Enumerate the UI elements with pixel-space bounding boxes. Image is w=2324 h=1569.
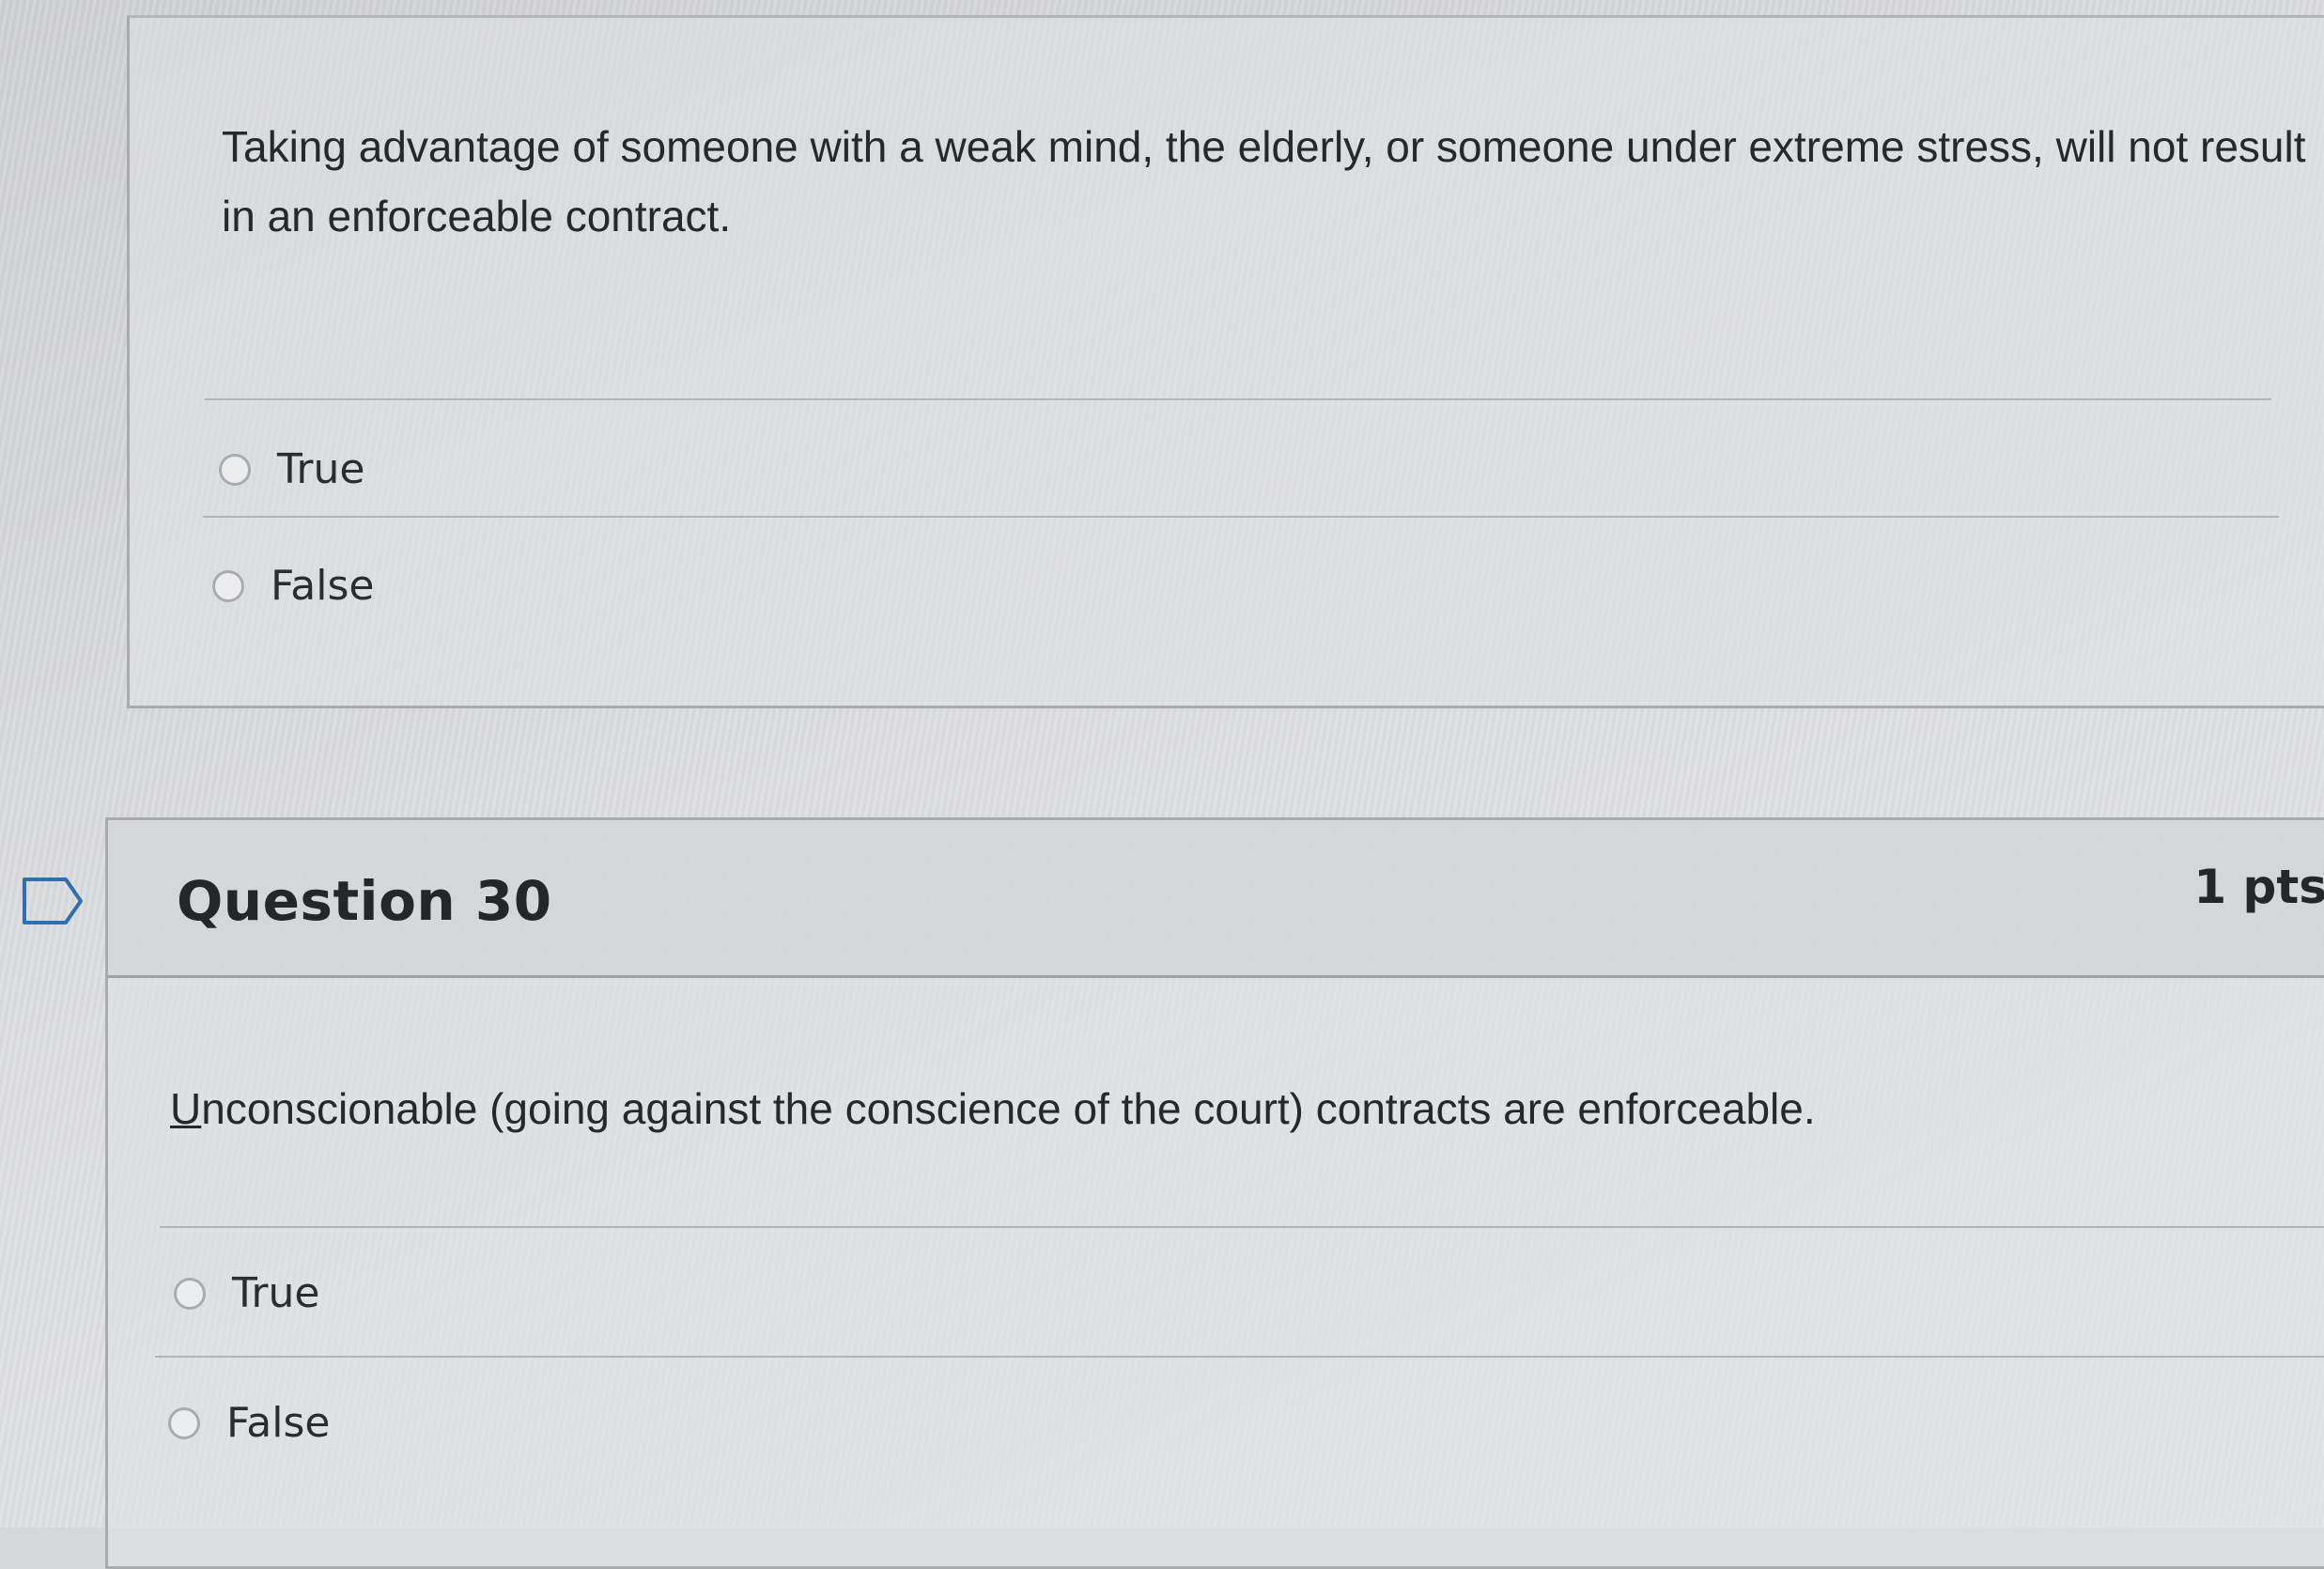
question-points: 1 pts <box>2193 860 2324 914</box>
question-card-29: Taking advantage of someone with a weak … <box>127 15 2324 708</box>
radio-button-icon[interactable] <box>219 453 251 486</box>
question-text: Unconscionable (going against the consci… <box>170 1074 2293 1143</box>
question-text-rest: nconscionable (going against the conscie… <box>201 1084 1816 1133</box>
answer-label: False <box>226 1399 331 1447</box>
answer-true[interactable]: True <box>219 445 364 493</box>
answer-false[interactable]: False <box>212 562 374 610</box>
question-header: Question 30 1 pts <box>108 820 2324 978</box>
divider <box>155 1356 2324 1358</box>
radio-button-icon[interactable] <box>168 1406 200 1439</box>
answer-label: True <box>277 445 365 493</box>
flag-question-icon[interactable] <box>21 876 86 926</box>
answer-false[interactable]: False <box>168 1399 330 1447</box>
answer-label: False <box>271 562 375 610</box>
divider <box>203 516 2279 518</box>
answer-label: True <box>232 1269 320 1317</box>
question-text-first-letter: U <box>170 1084 202 1133</box>
radio-button-icon[interactable] <box>212 569 244 602</box>
divider <box>205 398 2271 400</box>
radio-button-icon[interactable] <box>174 1277 206 1310</box>
question-text: Taking advantage of someone with a weak … <box>222 122 2306 241</box>
divider <box>160 1226 2324 1228</box>
question-card-30: Question 30 1 pts Unconscionable (going … <box>105 817 2324 1569</box>
question-title: Question 30 <box>177 869 552 933</box>
answer-true[interactable]: True <box>174 1269 319 1317</box>
